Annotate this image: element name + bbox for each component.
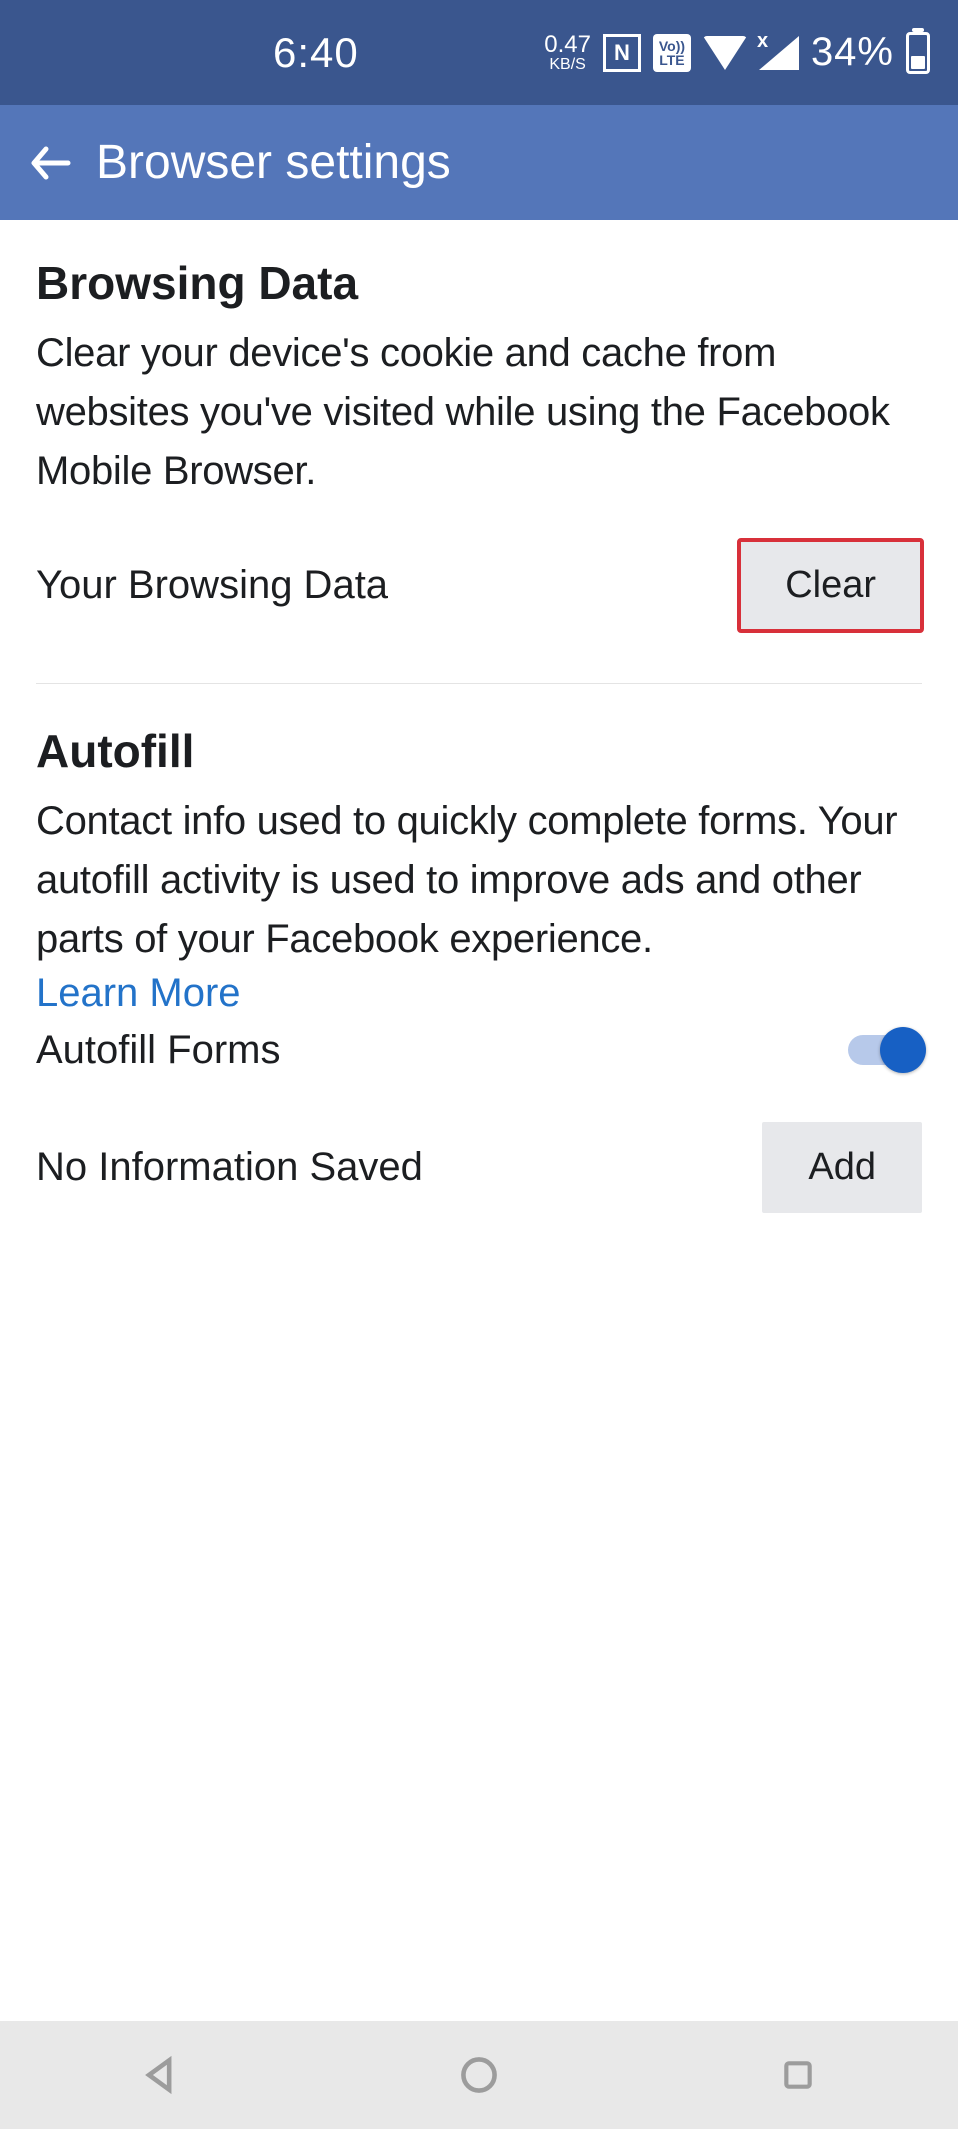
nav-back-button[interactable] xyxy=(130,2045,190,2105)
browsing-data-heading: Browsing Data xyxy=(36,256,922,310)
learn-more-link[interactable]: Learn More xyxy=(36,971,241,1016)
page-title: Browser settings xyxy=(96,135,451,190)
back-button[interactable] xyxy=(24,135,80,191)
battery-icon xyxy=(906,32,930,74)
your-browsing-data-label: Your Browsing Data xyxy=(36,563,388,608)
browsing-data-row: Your Browsing Data Clear xyxy=(36,540,922,631)
content: Browsing Data Clear your device's cookie… xyxy=(0,220,958,1213)
section-autofill: Autofill Contact info used to quickly co… xyxy=(36,724,922,1214)
status-time: 6:40 xyxy=(273,29,359,77)
autofill-description: Contact info used to quickly complete fo… xyxy=(36,792,922,970)
clear-button[interactable]: Clear xyxy=(739,540,922,631)
wifi-icon xyxy=(703,36,747,70)
autofill-forms-row: Autofill Forms xyxy=(36,1026,922,1074)
nav-home-button[interactable] xyxy=(449,2045,509,2105)
status-bar: 6:40 0.47 KB/S N Vo)) LTE x 34% xyxy=(0,0,958,105)
autofill-forms-toggle[interactable] xyxy=(836,1026,922,1074)
battery-percent: 34% xyxy=(811,30,894,75)
app-bar: Browser settings xyxy=(0,105,958,220)
triangle-back-icon xyxy=(138,2053,182,2097)
saved-info-row: No Information Saved Add xyxy=(36,1122,922,1213)
circle-home-icon xyxy=(457,2053,501,2097)
divider xyxy=(36,683,922,684)
section-browsing-data: Browsing Data Clear your device's cookie… xyxy=(36,256,922,631)
arrow-left-icon xyxy=(28,139,76,187)
navigation-bar xyxy=(0,2021,958,2129)
volte-icon: Vo)) LTE xyxy=(653,34,691,72)
nfc-icon: N xyxy=(603,34,641,72)
square-recent-icon xyxy=(778,2055,818,2095)
add-button[interactable]: Add xyxy=(762,1122,922,1213)
network-speed-icon: 0.47 KB/S xyxy=(544,33,591,73)
cell-signal-icon: x xyxy=(759,36,799,70)
status-right-cluster: 0.47 KB/S N Vo)) LTE x 34% xyxy=(544,30,930,75)
browsing-data-description: Clear your device's cookie and cache fro… xyxy=(36,324,922,502)
nav-recent-button[interactable] xyxy=(768,2045,828,2105)
no-information-saved-label: No Information Saved xyxy=(36,1145,423,1190)
autofill-forms-label: Autofill Forms xyxy=(36,1028,281,1073)
autofill-heading: Autofill xyxy=(36,724,922,778)
